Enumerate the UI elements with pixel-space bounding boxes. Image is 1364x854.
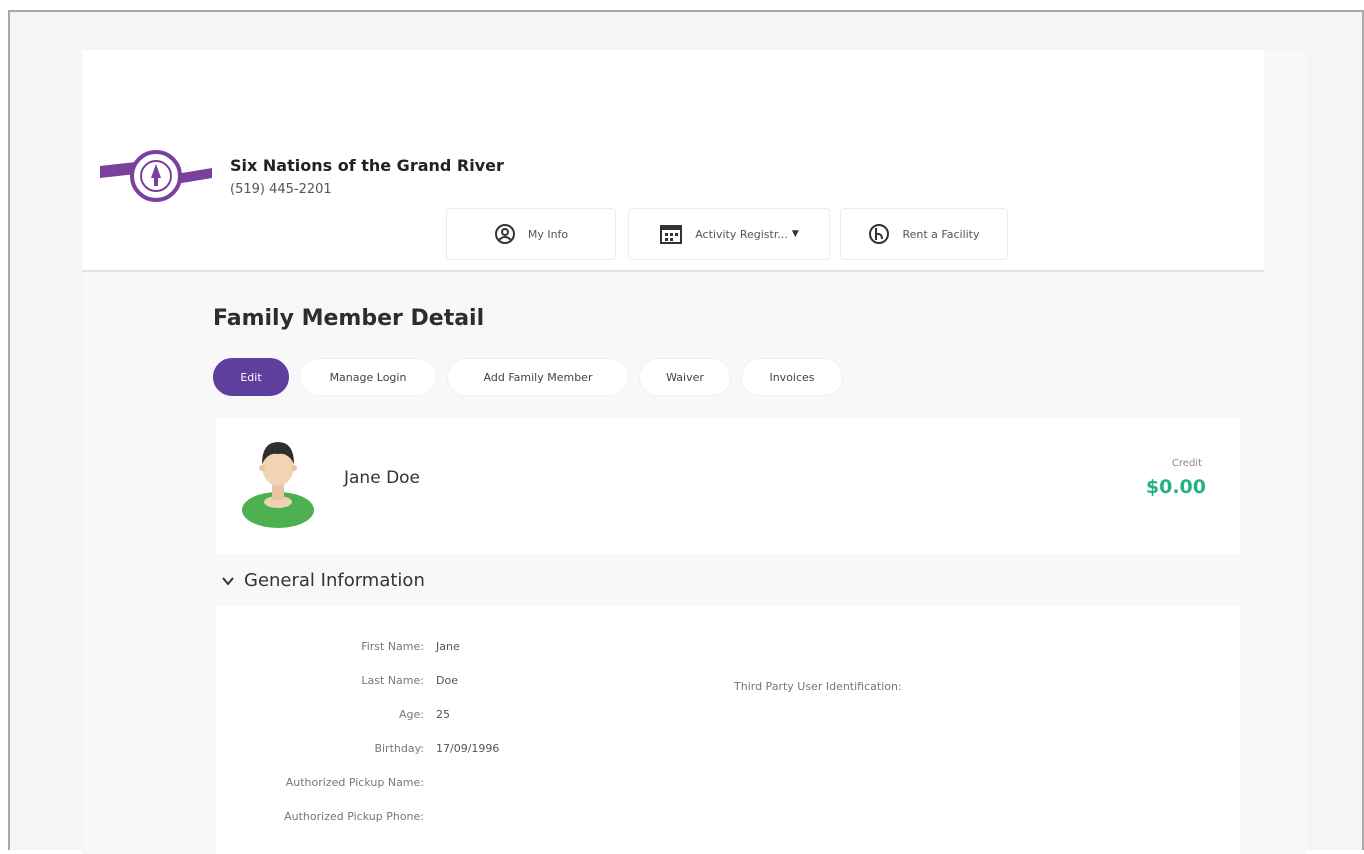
credit-label: Credit — [1171, 458, 1202, 469]
organization-phone: (519) 445-2201 — [230, 182, 332, 197]
third-party-id-label: Third Party User Identification: — [734, 680, 902, 693]
section-title: General Information — [244, 570, 425, 591]
screenshot-frame: Six Nations of the Grand River (519) 445… — [8, 10, 1364, 854]
action-tabs: Edit Manage Login Add Family Member Waiv… — [213, 358, 843, 396]
general-information-panel: First Name: Jane Last Name: Doe Age: 25 … — [216, 606, 1240, 854]
chevron-down-icon — [222, 576, 234, 586]
waiver-button[interactable]: Waiver — [639, 358, 731, 396]
add-family-member-button[interactable]: Add Family Member — [447, 358, 629, 396]
credit-value: $0.00 — [1145, 476, 1206, 498]
info-row-age: Age: 25 — [216, 708, 716, 728]
nav-my-info-label: My Info — [527, 227, 569, 241]
field-label: First Name: — [361, 640, 424, 653]
field-label: Last Name: — [361, 674, 424, 687]
field-value: Doe — [436, 674, 458, 687]
page: Six Nations of the Grand River (519) 445… — [82, 50, 1306, 854]
site-header: Six Nations of the Grand River (519) 445… — [82, 50, 1264, 272]
nav-my-info[interactable]: My Info — [446, 208, 616, 260]
field-value: 17/09/1996 — [436, 742, 500, 755]
avatar — [242, 442, 314, 528]
info-row-authorized-pickup-name: Authorized Pickup Name: — [216, 776, 716, 796]
facility-icon — [868, 223, 890, 245]
field-label: Birthday: — [374, 742, 424, 755]
user-circle-icon — [494, 223, 516, 245]
field-label: Age: — [399, 708, 424, 721]
page-title: Family Member Detail — [213, 306, 485, 331]
invoices-button[interactable]: Invoices — [741, 358, 843, 396]
nav-activity-registration[interactable]: Activity Registr... ▼ — [628, 208, 830, 260]
field-label: Authorized Pickup Name: — [285, 776, 424, 789]
edit-button[interactable]: Edit — [213, 358, 289, 396]
info-row-last-name: Last Name: Doe — [216, 674, 716, 694]
nav-rent-facility[interactable]: Rent a Facility — [840, 208, 1008, 260]
member-name: Jane Doe — [344, 468, 421, 488]
nav-rent-label: Rent a Facility — [902, 227, 980, 241]
manage-login-button[interactable]: Manage Login — [299, 358, 437, 396]
organization-name: Six Nations of the Grand River — [230, 156, 504, 175]
member-summary-card: Jane Doe Credit $0.00 — [216, 418, 1240, 554]
info-row-first-name: First Name: Jane — [216, 640, 716, 660]
caret-down-icon: ▼ — [791, 229, 799, 239]
field-value: 25 — [436, 708, 450, 721]
field-label: Authorized Pickup Phone: — [284, 810, 424, 823]
general-information-toggle[interactable]: General Information — [222, 570, 425, 591]
calendar-icon — [659, 223, 683, 245]
field-value: Jane — [436, 640, 460, 653]
info-row-authorized-pickup-phone: Authorized Pickup Phone: — [216, 810, 716, 830]
organization-logo[interactable] — [98, 148, 214, 208]
nav-activity-label: Activity Registr... — [695, 227, 788, 241]
info-row-birthday: Birthday: 17/09/1996 — [216, 742, 716, 762]
